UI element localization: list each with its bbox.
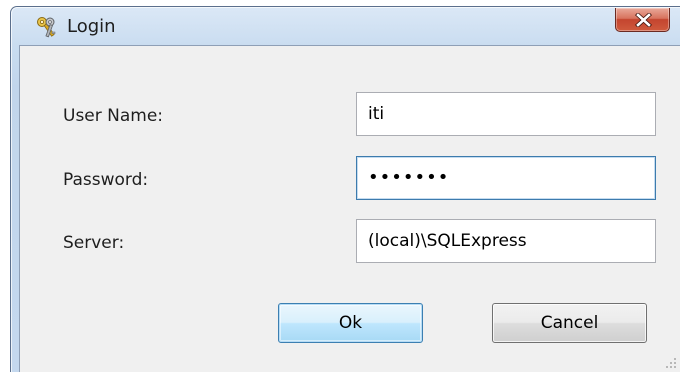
window-title: Login xyxy=(67,16,116,37)
password-label: Password: xyxy=(63,170,149,190)
close-button[interactable] xyxy=(615,8,670,32)
title-bar[interactable]: Login xyxy=(11,7,680,45)
login-dialog: Login User Name: iti Password: ••••••• S… xyxy=(10,6,680,372)
keys-icon xyxy=(35,16,59,40)
ok-button[interactable]: Ok xyxy=(278,303,423,343)
close-icon xyxy=(635,13,652,27)
username-field[interactable]: iti xyxy=(356,92,656,136)
dialog-body: User Name: iti Password: ••••••• Server:… xyxy=(19,45,680,372)
server-field[interactable]: (local)\SQLExpress xyxy=(356,219,656,263)
username-label: User Name: xyxy=(63,106,164,126)
server-label: Server: xyxy=(63,233,125,253)
password-field[interactable]: ••••••• xyxy=(356,156,656,200)
cancel-button[interactable]: Cancel xyxy=(492,303,647,343)
resize-grip-icon[interactable] xyxy=(665,357,677,369)
